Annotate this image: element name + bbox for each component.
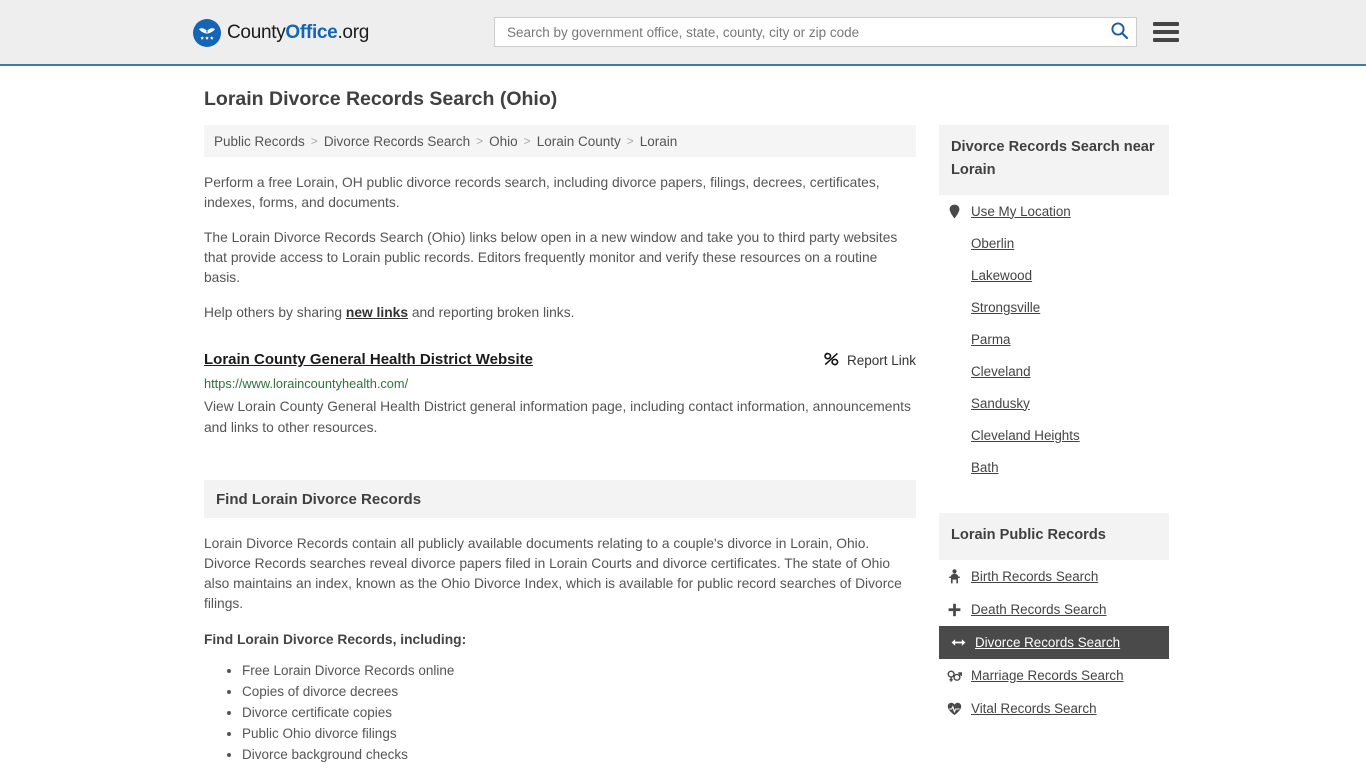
page-title: Lorain Divorce Records Search (Ohio) [204,88,558,110]
sidebar-link-label[interactable]: Lakewood [971,268,1032,283]
sidebar-nearby-list: Use My Location Oberlin Lakewood Strongs… [939,195,1169,483]
sidebar-link-label[interactable]: Strongsville [971,300,1040,315]
list-item: Divorce background checks [242,745,916,765]
result-title-link[interactable]: Lorain County General Health District We… [204,350,533,370]
eagle-shield-icon [193,19,221,47]
sidebar-item-birth-records-search[interactable]: Birth Records Search [939,560,1169,593]
logo-wordmark: CountyOffice.org [227,22,369,44]
breadcrumb-separator: > [476,134,484,148]
search-box[interactable] [494,17,1137,47]
result-description: View Lorain County General Health Distri… [204,399,911,435]
result-url[interactable]: https://www.loraincountyhealth.com/ [204,376,916,392]
search-button[interactable] [1108,21,1130,43]
search-icon [1110,21,1129,43]
list-item: Copies of divorce decrees [242,682,916,702]
share-links-paragraph: Help others by sharing new links and rep… [204,303,916,323]
sidebar-item-death-records-search[interactable]: Death Records Search [939,593,1169,626]
report-link-label: Report Link [846,353,916,368]
breadcrumb: Public Records > Divorce Records Search … [204,125,916,157]
broken-link-icon [823,351,840,370]
share-prefix-text: Help others by sharing [204,305,346,320]
map-pin-icon [947,204,962,219]
search-input[interactable] [505,19,1108,45]
site-logo[interactable]: CountyOffice.org [193,19,369,47]
intro-paragraph-2: The Lorain Divorce Records Search (Ohio)… [204,230,898,285]
sidebar: Divorce Records Search near Lorain Use M… [939,125,1169,725]
section-bullet-list: Free Lorain Divorce Records online Copie… [204,661,916,765]
sidebar-link-label[interactable]: Birth Records Search [971,569,1098,584]
breadcrumb-item-divorce-records-search[interactable]: Divorce Records Search [324,134,470,149]
result-item: Lorain County General Health District We… [204,350,916,438]
sidebar-link-label[interactable]: Marriage Records Search [971,668,1124,683]
list-item: Public Ohio divorce filings [242,724,916,744]
header-search-area [494,17,1179,47]
heartbeat-icon [947,702,962,716]
hamburger-menu-icon[interactable] [1153,22,1179,42]
sidebar-link-label[interactable]: Parma [971,332,1010,347]
sidebar-item-bath[interactable]: Bath [939,451,1169,483]
new-links-link[interactable]: new links [346,305,408,320]
list-item: Free Lorain Divorce Records online [242,661,916,681]
sidebar-link-label[interactable]: Cleveland Heights [971,428,1080,443]
hamburger-bar [1153,30,1179,34]
sidebar-item-cleveland[interactable]: Cleveland [939,355,1169,387]
sidebar-heading-public-records: Lorain Public Records [939,513,1169,560]
section-heading-find-records: Find Lorain Divorce Records [204,480,916,518]
baby-icon [947,569,962,584]
sidebar-item-lakewood[interactable]: Lakewood [939,259,1169,291]
section-list-heading: Find Lorain Divorce Records, including: [204,632,467,647]
list-item: Divorce certificate copies [242,703,916,723]
breadcrumb-item-lorain-county[interactable]: Lorain County [537,134,621,149]
breadcrumb-item-ohio[interactable]: Ohio [489,134,518,149]
sidebar-link-label[interactable]: Bath [971,460,999,475]
sidebar-link-label[interactable]: Divorce Records Search [975,635,1120,650]
sidebar-link-label[interactable]: Vital Records Search [971,701,1097,716]
logo-text-county: County [227,22,286,43]
site-header: CountyOffice.org [0,0,1366,66]
breadcrumb-item-lorain[interactable]: Lorain [640,134,678,149]
sidebar-item-parma[interactable]: Parma [939,323,1169,355]
sidebar-link-label[interactable]: Death Records Search [971,602,1106,617]
sidebar-link-label[interactable]: Oberlin [971,236,1014,251]
report-link-button[interactable]: Report Link [823,350,916,370]
breadcrumb-separator: > [626,134,634,148]
sidebar-link-label[interactable]: Cleveland [971,364,1031,379]
cross-icon [947,603,962,617]
gender-symbols-icon [947,669,962,683]
sidebar-link-label[interactable]: Use My Location [971,204,1071,219]
logo-text-org: .org [337,22,369,43]
sidebar-item-sandusky[interactable]: Sandusky [939,387,1169,419]
sidebar-item-vital-records-search[interactable]: Vital Records Search [939,692,1169,725]
hamburger-bar [1153,22,1179,26]
sidebar-item-strongsville[interactable]: Strongsville [939,291,1169,323]
sidebar-item-cleveland-heights[interactable]: Cleveland Heights [939,419,1169,451]
sidebar-item-use-my-location[interactable]: Use My Location [939,195,1169,227]
main-column: Public Records > Divorce Records Search … [204,125,916,766]
hamburger-bar [1153,38,1179,42]
sidebar-item-divorce-records-search[interactable]: Divorce Records Search [939,626,1169,659]
breadcrumb-item-public-records[interactable]: Public Records [214,134,305,149]
sidebar-records-list: Birth Records Search Death Records Searc… [939,560,1169,725]
sidebar-heading-nearby: Divorce Records Search near Lorain [939,125,1169,195]
section-body-text: Lorain Divorce Records contain all publi… [204,536,902,611]
breadcrumb-separator: > [310,134,318,148]
double-arrow-icon [951,637,966,648]
sidebar-item-marriage-records-search[interactable]: Marriage Records Search [939,659,1169,692]
breadcrumb-separator: > [523,134,531,148]
sidebar-item-oberlin[interactable]: Oberlin [939,227,1169,259]
intro-paragraph-1: Perform a free Lorain, OH public divorce… [204,175,880,210]
logo-text-office: Office [285,22,338,43]
share-suffix-text: and reporting broken links. [408,305,575,320]
sidebar-link-label[interactable]: Sandusky [971,396,1030,411]
result-header-row: Lorain County General Health District We… [204,350,916,370]
